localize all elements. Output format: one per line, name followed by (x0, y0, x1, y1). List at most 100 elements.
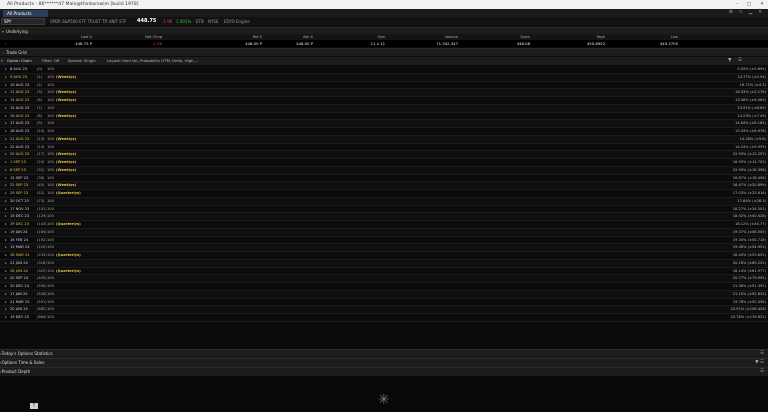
filter-icon[interactable]: ▼ ☰ (755, 359, 764, 367)
chevron-right-icon[interactable]: ▸ (5, 151, 7, 159)
days-to-expiration: (591) (37, 299, 47, 304)
expiration-row[interactable]: ▸ 19 JAN 24 (164) 100 19.07% (±46.005) (0, 228, 768, 237)
section-options-time-sales[interactable]: ›Options Time & Sales ▼ ☰ (0, 358, 768, 367)
section-options-statistics[interactable]: ›Today's Options Statistics ☰ (0, 349, 768, 358)
chevron-right-icon[interactable]: ▸ (5, 128, 7, 136)
chevron-right-icon[interactable]: ▸ (5, 213, 7, 221)
chevron-right-icon[interactable]: ▸ (5, 167, 7, 175)
close-window-button[interactable]: ✕ (760, 0, 764, 9)
chevron-right-icon[interactable]: ▸ (5, 198, 7, 206)
expiration-row[interactable]: ▸ 28 MAR 24 (233) 100 (Quarterlys) 18.40% (±5… (0, 252, 768, 260)
expiration-row[interactable]: ▸ 25 AUG 23 (17) 100 (Weeklys) 15.93% (±12.25… (0, 151, 768, 159)
expiration-row[interactable]: ▸ 16 AUG 23 (8) 100 (Weeklys) 14.23% (±7.49) (0, 113, 768, 121)
implied-volatility: 21.36% (±91.392) (732, 284, 766, 288)
expiration-row[interactable]: ▸ 21 MAR 25 (591) 100 19.78% (±92.058) (0, 299, 768, 307)
expiration-row[interactable]: ▸ 29 DEC 23 (143) 100 (Quarterlys) 18.12% (±4… (0, 221, 768, 229)
close-icon[interactable]: ✕ (758, 9, 762, 17)
expiration-row[interactable]: ▸ 20 DEC 24 (500) 100 21.36% (±91.392) (0, 283, 768, 291)
expiration-row[interactable]: ▸ 11 AUG 23 (3) 100 (Weeklys) 16.33% (±5.178) (0, 89, 768, 97)
chevron-right-icon[interactable]: ▸ (5, 182, 7, 190)
chevron-right-icon[interactable]: ▸ (5, 97, 7, 105)
expiration-row[interactable]: ▸ 29 SEP 23 (52) 100 (Quarterlys) 17.03% (±23… (0, 190, 768, 198)
expiration-date: 15 SEP 23 (10, 175, 29, 180)
chevron-right-icon[interactable]: ▸ (5, 144, 7, 152)
menu-icon[interactable]: ☰ (760, 368, 764, 376)
chevron-right-icon[interactable]: ▸ (5, 120, 7, 128)
chevron-right-icon[interactable]: ▸ (5, 175, 7, 183)
filter-dropdown[interactable]: Filter: Off (42, 57, 59, 65)
chevron-right-icon[interactable]: ▸ (5, 221, 7, 229)
expiration-row[interactable]: ▸ 9 AUG 23 (1) 100 (Weeklys) 14.77% (±2.54) (0, 73, 768, 82)
maximize-window-button[interactable]: □ (747, 0, 751, 9)
minimize-icon[interactable]: ▁ (749, 9, 752, 17)
section-product-depth[interactable]: ›Product Depth ☰ (0, 367, 768, 376)
spread-dropdown[interactable]: Spread: Single (68, 57, 96, 65)
expiration-row[interactable]: ▸ 8 AUG 23 (0) 100 5.55% (±0.695) (0, 66, 768, 74)
taskbar-app-icon[interactable]: T (30, 403, 38, 409)
expiration-row[interactable]: ▸ 18 AUG 23 (10) 100 15.43% (±8.978) (0, 128, 768, 136)
symbol-input[interactable]: SPY (1, 18, 45, 25)
link-icon[interactable]: ⊂ (739, 9, 743, 17)
expiration-row[interactable]: ▸ 17 NOV 23 (101) 100 18.27% (±34.501) (0, 206, 768, 214)
chevron-right-icon[interactable]: ▸ (5, 244, 7, 252)
expiration-row[interactable]: ▸ 20 SEP 24 (409) 100 20.77% (±79.995) (0, 275, 768, 283)
chevron-right-icon[interactable]: › (5, 40, 7, 47)
days-to-expiration: (1) (37, 74, 43, 79)
expiration-row[interactable]: ▸ 15 AUG 23 (7) 100 13.91% (±6.65) (0, 104, 768, 113)
expiration-row[interactable]: ▸ 10 AUG 23 (2) 100 16.72% (±4.3) (0, 82, 768, 90)
expiration-row[interactable]: ▸ 1 SEP 23 (24) 100 (Weeklys) 16.93% (±14.702… (0, 159, 768, 167)
chevron-down-icon[interactable]: ▾ (1, 57, 3, 65)
chevron-right-icon[interactable]: ▸ (5, 237, 7, 245)
chevron-right-icon[interactable]: ▸ (5, 82, 7, 90)
chevron-right-icon[interactable]: ▸ (5, 268, 7, 276)
section-trade-grid[interactable]: › Trade Grid (0, 48, 768, 56)
minimize-window-button[interactable]: – (736, 0, 738, 9)
days-to-expiration: (3) (37, 90, 43, 95)
chevron-right-icon[interactable]: ▸ (5, 275, 7, 283)
layout-dropdown[interactable]: Layout: Impl Vol, Probability OTM, Delta… (107, 57, 198, 65)
expiration-row[interactable]: ▸ 22 AUG 23 (14) 100 14.24% (±9.939) (0, 144, 768, 152)
expiration-row[interactable]: ▸ 15 MAR 24 (220) 100 19.48% (±54.951) (0, 244, 768, 252)
expiration-row[interactable]: ▸ 21 JUN 24 (318) 100 20.18% (±69.231) (0, 259, 768, 268)
chevron-right-icon[interactable]: ▸ (5, 229, 7, 237)
menu-icon[interactable]: ☰ (738, 57, 742, 65)
chevron-right-icon[interactable]: ▸ (5, 74, 7, 82)
chevron-right-icon[interactable]: ▸ (5, 136, 7, 144)
contract-multiplier: 100 (47, 90, 54, 95)
chevron-right-icon[interactable]: ▸ (5, 291, 7, 299)
chevron-right-icon[interactable]: ▸ (5, 105, 7, 113)
chevron-right-icon[interactable]: ▸ (5, 66, 7, 74)
expiration-row[interactable]: ▸ 20 JUN 25 (682) 100 20.91% (±106.426) (0, 306, 768, 314)
menu-icon[interactable]: ☰ (760, 350, 764, 358)
expiration-row[interactable]: ▸ 8 SEP 23 (31) 100 (Weeklys) 15.99% (±16.356… (0, 166, 768, 175)
expiration-row[interactable]: ▸ 19 DEC 25 (864) 100 20.76% (±119.625) (0, 314, 768, 322)
expiration-row[interactable]: ▸ 17 AUG 23 (9) 100 14.64% (±8.185) (0, 120, 768, 128)
gear-icon[interactable]: ⚙ (729, 9, 733, 17)
expiration-row[interactable]: ▸ 15 DEC 23 (129) 100 18.92% (±40.428) (0, 213, 768, 221)
chevron-right-icon[interactable]: ▸ (5, 283, 7, 291)
chevron-right-icon[interactable]: ▸ (5, 314, 7, 322)
chevron-right-icon[interactable]: ▸ (5, 252, 7, 260)
expiration-row[interactable]: ▸ 21 AUG 23 (13) 100 (Weeklys) 14.28% (±9.6) (0, 135, 768, 144)
chevron-right-icon[interactable]: ▸ (5, 299, 7, 307)
expiration-row[interactable]: ▸ 28 JUN 24 (325) 100 (Quarterlys) 18.14% (±6… (0, 268, 768, 276)
engine-label[interactable]: EDYO Engine (224, 17, 250, 26)
expiration-row[interactable]: ▸ 17 JAN 25 (528) 100 21.10% (±92.833) (0, 290, 768, 299)
chevron-right-icon[interactable]: ▸ (5, 159, 7, 167)
chevron-right-icon[interactable]: ▸ (5, 190, 7, 198)
implied-volatility: 18.12% (±40.77) (735, 222, 766, 226)
expiration-row[interactable]: ▸ 14 AUG 23 (6) 100 (Weeklys) 13.36% (±6.063) (0, 97, 768, 105)
expiration-row[interactable]: ▸ 15 SEP 23 (38) 100 16.87% (±18.456) (0, 175, 768, 183)
chevron-right-icon[interactable]: ▸ (5, 89, 7, 97)
expiration-row[interactable]: ▸ 16 FEB 24 (192) 100 19.34% (±50.718) (0, 237, 768, 245)
filter-icon[interactable]: ▼ (728, 57, 731, 65)
val-ask[interactable]: 448.00 P (253, 40, 313, 47)
chevron-right-icon[interactable]: ▸ (5, 306, 7, 314)
chevron-right-icon[interactable]: ▸ (5, 260, 7, 268)
expiration-row[interactable]: ▸ 20 OCT 23 (73) 100 17.84% (±28.3) (0, 197, 768, 206)
expiration-row[interactable]: ▸ 22 SEP 23 (45) 100 (Weeklys) 16.47% (±20.89… (0, 182, 768, 190)
chevron-right-icon[interactable]: ▸ (5, 113, 7, 121)
chevron-right-icon[interactable]: ▸ (5, 206, 7, 214)
series-tag: (Weeklys) (56, 113, 77, 118)
tab-all-products[interactable]: All Products (3, 10, 48, 17)
